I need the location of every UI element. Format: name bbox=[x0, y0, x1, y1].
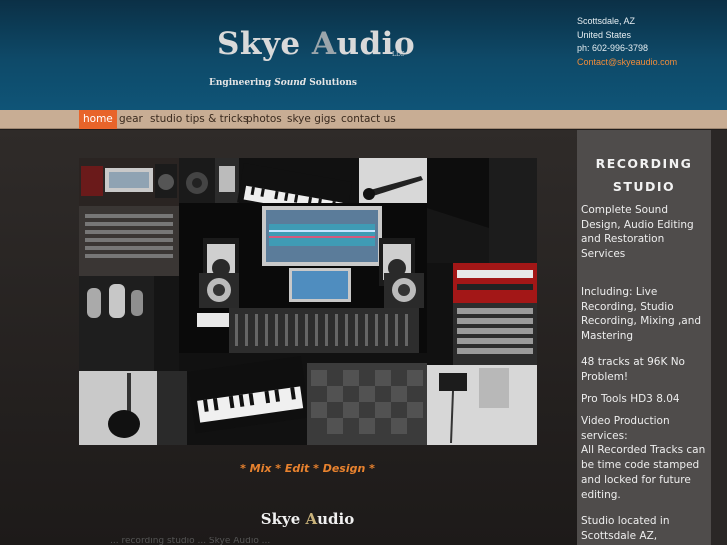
nav-item-studio-tips[interactable]: studio tips & tricks bbox=[150, 110, 248, 129]
nav-item-gear[interactable]: gear bbox=[119, 110, 143, 129]
main-nav: home gear studio tips & tricks photos sk… bbox=[0, 110, 727, 129]
right-edge-strip bbox=[711, 130, 727, 545]
sidebar-location: Studio located in Scottsdale AZ, bbox=[581, 515, 670, 542]
heading-skye: Skye bbox=[260, 510, 306, 528]
site-header: Skye Audio LLC Engineering Sound Solutio… bbox=[0, 0, 727, 110]
sidebar-pro-tools: Pro Tools HD3 8.04 bbox=[581, 393, 680, 405]
nav-item-photos[interactable]: photos bbox=[246, 110, 282, 129]
services-tagline: * Mix * Edit * Design * bbox=[240, 462, 375, 475]
logo-s: S bbox=[217, 26, 240, 62]
nav-item-contact-us[interactable]: contact us bbox=[341, 110, 396, 129]
sidebar: RECORDING STUDIO Complete Sound Design, … bbox=[577, 130, 711, 545]
main-heading: Skye Audio bbox=[0, 510, 615, 528]
sidebar-title-line1: RECORDING bbox=[595, 156, 693, 171]
logo-llc: LLC bbox=[392, 51, 405, 58]
heading-a: A bbox=[305, 510, 318, 528]
nav-item-home[interactable]: home bbox=[79, 110, 117, 129]
contact-email-link[interactable]: Contact@skyeaudio.com bbox=[577, 56, 677, 70]
cut-off-paragraph: ... recording studio ... Skye Audio ... bbox=[110, 537, 271, 545]
studio-photo-collage bbox=[79, 158, 537, 445]
site-tagline: Engineering Sound Solutions bbox=[209, 78, 357, 88]
logo-a: A bbox=[311, 26, 337, 62]
sidebar-video: Video Production services: All Recorded … bbox=[581, 414, 709, 502]
sidebar-title-line2: STUDIO bbox=[612, 179, 676, 194]
heading-udio: udio bbox=[317, 510, 355, 528]
contact-city: Scottsdale, AZ bbox=[577, 16, 636, 26]
site-logo[interactable]: Skye Audio bbox=[217, 26, 415, 62]
tagline-prefix: Engineering bbox=[209, 78, 275, 88]
logo-kye: kye bbox=[239, 26, 312, 62]
tagline-suffix: Solutions bbox=[306, 78, 357, 88]
tagline-italic: Sound bbox=[274, 78, 307, 88]
contact-country: United States bbox=[577, 29, 632, 40]
sidebar-title: RECORDING STUDIO bbox=[577, 152, 711, 198]
sidebar-video-title: Video Production services: bbox=[581, 415, 670, 442]
sidebar-video-body: All Recorded Tracks can be time code sta… bbox=[581, 444, 706, 501]
sidebar-tracks: 48 tracks at 96K No Problem! bbox=[581, 356, 685, 383]
nav-item-skye-gigs[interactable]: skye gigs bbox=[287, 110, 336, 129]
sidebar-including: Including: Live Recording, Studio Record… bbox=[581, 286, 702, 343]
sidebar-services: Complete Sound Design, Audio Editing and… bbox=[581, 204, 694, 261]
contact-block: Scottsdale, AZ United States ph: 602-996… bbox=[577, 15, 677, 69]
contact-phone: ph: 602-996-3798 bbox=[577, 43, 649, 53]
